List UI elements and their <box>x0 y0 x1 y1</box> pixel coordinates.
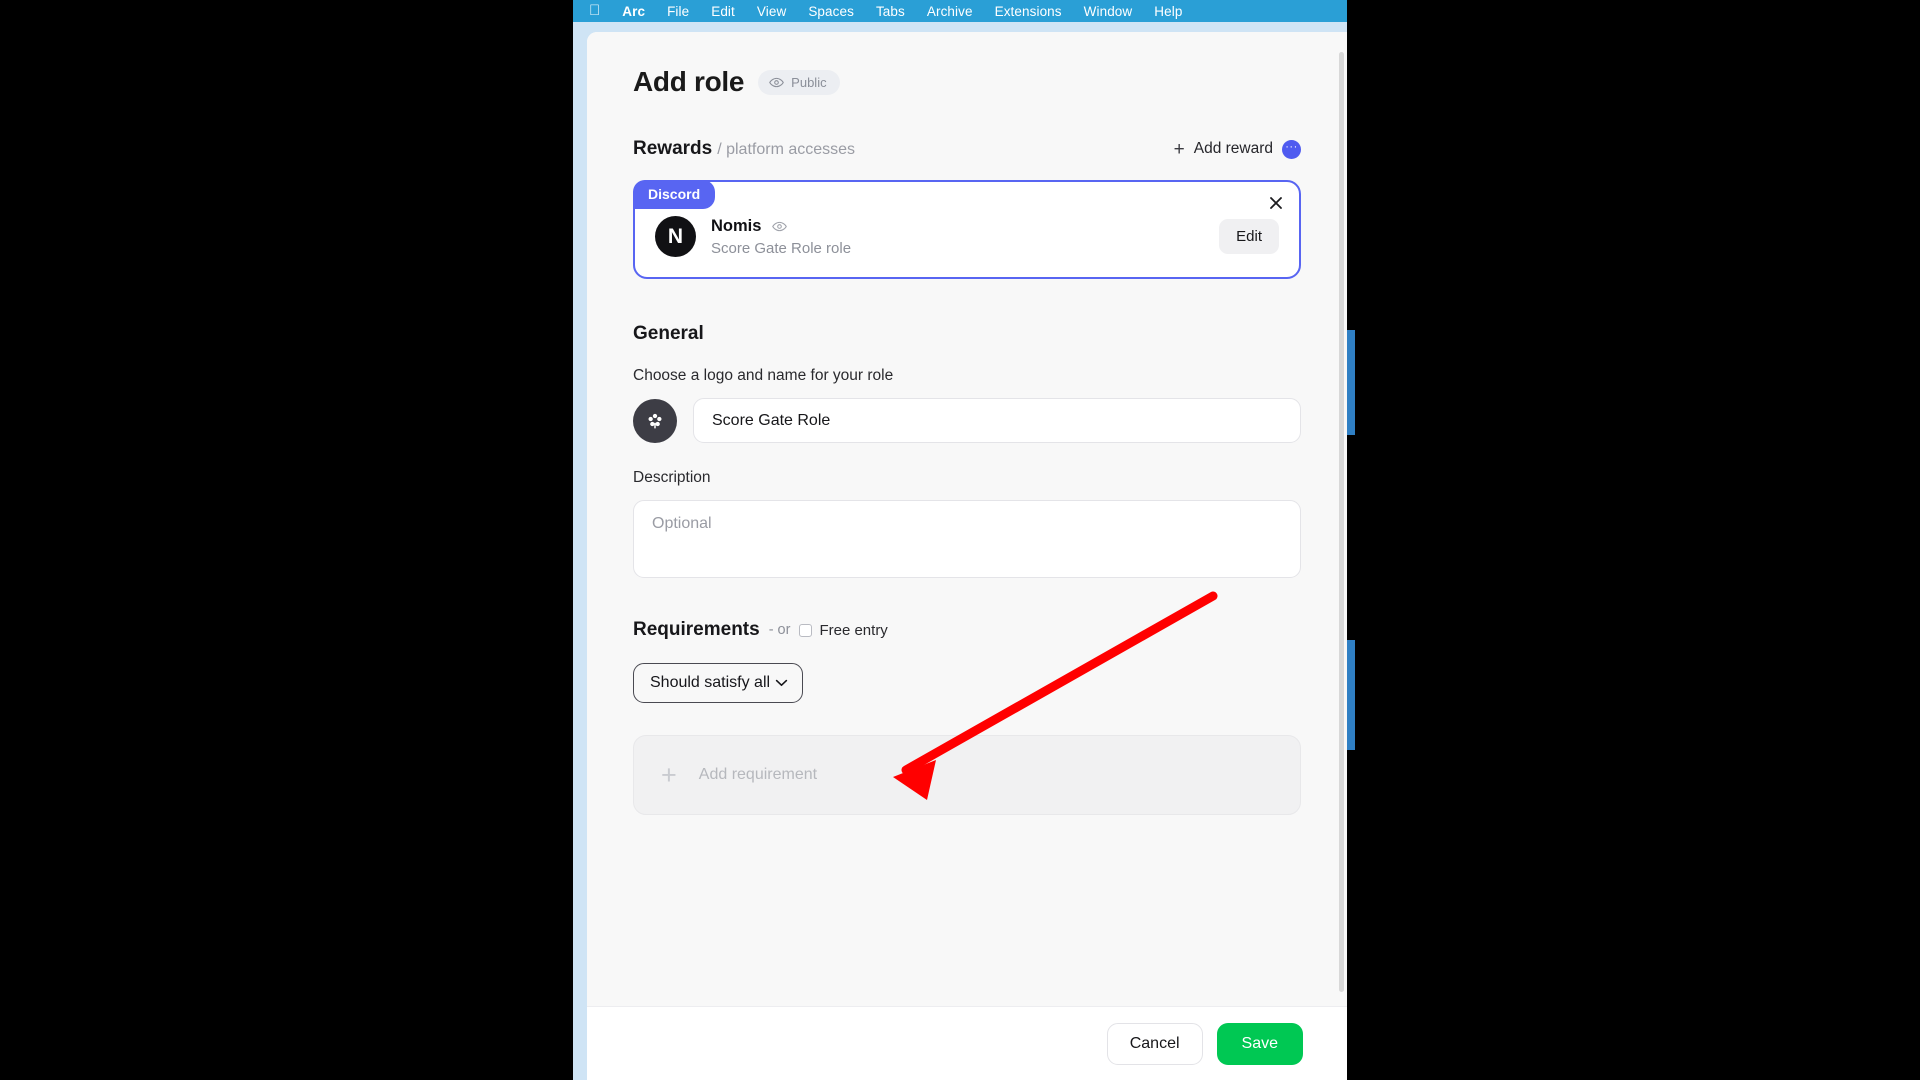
save-button[interactable]: Save <box>1216 1022 1303 1065</box>
logic-select-dropdown[interactable]: Should satisfy all <box>633 663 803 703</box>
add-requirement-button[interactable]: + Add requirement <box>633 735 1301 815</box>
modal-scroll-area: Add role Public Rewards / platform acces… <box>587 32 1347 1006</box>
modal-footer: Cancel Save <box>587 1006 1347 1080</box>
plus-icon: + <box>661 759 677 790</box>
menu-item-archive[interactable]: Archive <box>916 4 984 19</box>
reward-subtitle: Score Gate Role role <box>711 239 852 257</box>
menu-item-help[interactable]: Help <box>1143 4 1193 19</box>
menu-item-arc[interactable]: Arc <box>611 4 656 19</box>
rewards-subheading: / platform accesses <box>717 141 856 158</box>
reward-text-group: Nomis Score Gate Role role <box>711 217 1204 257</box>
description-textarea[interactable] <box>633 500 1301 578</box>
edit-reward-button[interactable]: Edit <box>1219 219 1279 254</box>
flower-logo-icon <box>648 413 662 428</box>
menu-item-extensions[interactable]: Extensions <box>984 4 1073 19</box>
rewards-heading: Rewards <box>633 138 713 159</box>
chevron-down-icon <box>775 679 788 687</box>
cancel-button[interactable]: Cancel <box>1106 1022 1203 1065</box>
menu-item-file[interactable]: File <box>656 4 700 19</box>
rewards-section-header: Rewards / platform accesses + Add reward … <box>633 138 1301 160</box>
reward-name: Nomis <box>711 216 762 235</box>
screen-root:  Arc File Edit View Spaces Tabs Archive… <box>0 0 1920 1080</box>
free-entry-label: Free entry <box>819 621 888 639</box>
add-reward-label: Add reward <box>1193 140 1273 157</box>
requirements-or-text: - or <box>768 622 791 638</box>
description-label: Description <box>633 469 711 486</box>
logo-name-row <box>633 398 1301 443</box>
apple-logo-icon[interactable]:  <box>583 3 611 20</box>
role-logo-button[interactable] <box>633 398 677 443</box>
close-icon[interactable] <box>1266 193 1286 213</box>
reward-card-body: N Nomis Score Gate Role role Edit <box>655 216 1279 257</box>
reward-count-badge: ··· <box>1282 139 1301 159</box>
add-requirement-label: Add requirement <box>698 766 818 783</box>
background-strip-1 <box>1347 330 1355 435</box>
menu-item-edit[interactable]: Edit <box>700 4 746 19</box>
eye-icon[interactable] <box>772 221 788 232</box>
add-reward-button[interactable]: + Add reward ··· <box>1173 138 1301 160</box>
avatar: N <box>655 216 696 257</box>
close-icon-glyph <box>1270 197 1282 209</box>
logo-name-label: Choose a logo and name for your role <box>633 367 894 384</box>
menu-item-window[interactable]: Window <box>1073 4 1144 19</box>
reward-card-discord: Discord N Nomis Score Gate Role role Edi… <box>633 180 1301 279</box>
page-title: Add role <box>633 66 745 97</box>
background-strip-2 <box>1347 640 1355 750</box>
general-heading: General <box>633 323 704 344</box>
macos-menu-bar:  Arc File Edit View Spaces Tabs Archive… <box>573 0 1347 22</box>
free-entry-checkbox[interactable] <box>799 623 813 637</box>
add-role-modal: Add role Public Rewards / platform acces… <box>587 32 1347 1080</box>
requirements-heading: Requirements <box>633 619 760 640</box>
menu-item-view[interactable]: View <box>746 4 797 19</box>
free-entry-toggle[interactable]: Free entry <box>799 621 888 639</box>
reward-name-row: Nomis <box>711 217 1204 236</box>
menu-item-spaces[interactable]: Spaces <box>797 4 865 19</box>
browser-viewport: Add role Public Rewards / platform acces… <box>587 32 1347 1080</box>
reward-platform-tab: Discord <box>633 180 716 209</box>
eye-icon <box>769 77 785 87</box>
requirements-header: Requirements - or Free entry <box>633 619 1301 641</box>
plus-icon: + <box>1173 138 1185 160</box>
modal-scrollbar[interactable] <box>1339 52 1344 992</box>
menu-item-tabs[interactable]: Tabs <box>865 4 916 19</box>
logic-select-value: Should satisfy all <box>650 674 771 691</box>
browser-window: Add role Public Rewards / platform acces… <box>573 22 1347 1080</box>
modal-header: Add role Public <box>633 66 1301 98</box>
visibility-badge-label: Public <box>791 74 827 90</box>
visibility-badge[interactable]: Public <box>758 69 840 95</box>
rewards-heading-group: Rewards / platform accesses <box>633 138 855 160</box>
role-name-input[interactable] <box>693 398 1301 443</box>
